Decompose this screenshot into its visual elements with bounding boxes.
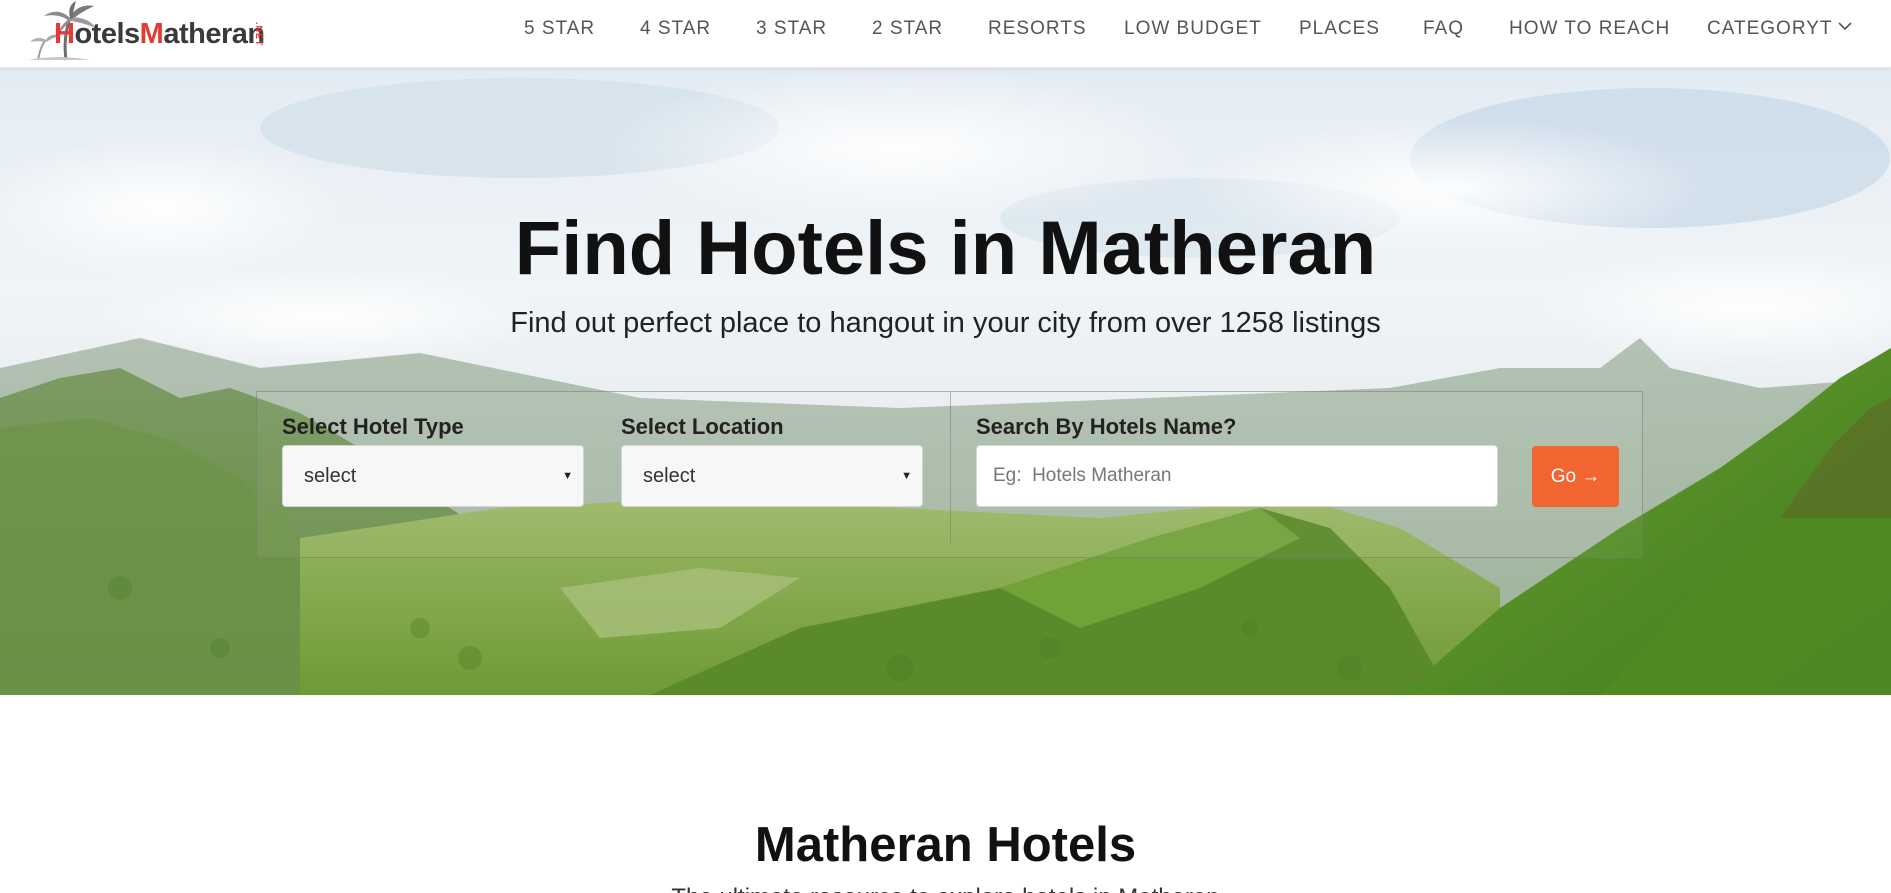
- panel-divider: [950, 392, 951, 543]
- hero-section: Find Hotels in Matheran Find out perfect…: [0, 68, 1891, 695]
- hotel-type-label: Select Hotel Type: [282, 414, 464, 439]
- section-title: Matheran Hotels: [754, 818, 1137, 872]
- nav-item-3-star[interactable]: 3 STAR: [756, 18, 827, 40]
- hotel-name-search-input[interactable]: [976, 445, 1498, 507]
- hotel-name-label: Search By Hotels Name?: [976, 414, 1237, 439]
- location-label: Select Location: [621, 414, 784, 439]
- nav-item-category[interactable]: CATEGORYT: [1707, 18, 1853, 40]
- nav-item-how-to-reach[interactable]: HOW TO REACH: [1509, 18, 1670, 40]
- hero-subtitle: Find out perfect place to hangout in you…: [510, 307, 1381, 339]
- location-select-value: select: [643, 464, 696, 487]
- nav-item-4-star[interactable]: 4 STAR: [640, 18, 711, 40]
- hero-title: Find Hotels in Matheran: [514, 206, 1377, 291]
- chevron-down-icon: [1838, 22, 1853, 31]
- location-select[interactable]: select ▼: [621, 445, 923, 507]
- nav-item-low-budget[interactable]: LOW BUDGET: [1124, 18, 1262, 40]
- hotel-type-select[interactable]: select ▼: [282, 445, 584, 507]
- nav-item-faq[interactable]: FAQ: [1423, 18, 1464, 40]
- nav-item-category-label: CATEGORYT: [1707, 18, 1833, 39]
- dropdown-arrow-icon: ▼: [901, 470, 912, 482]
- main-nav: 5 STAR 4 STAR 3 STAR 2 STAR RESORTS LOW …: [0, 18, 1891, 42]
- nav-item-2-star[interactable]: 2 STAR: [872, 18, 943, 40]
- nav-item-resorts[interactable]: RESORTS: [988, 18, 1087, 40]
- section-description: The ultimate resource to explore hotels …: [0, 884, 1891, 893]
- dropdown-arrow-icon: ▼: [562, 470, 573, 482]
- search-panel: Select Hotel Type select ▼ Select Locati…: [256, 391, 1643, 558]
- top-navbar: HotelsMatheran .NET 5 STAR 4 STAR 3 STAR…: [0, 0, 1891, 68]
- go-search-button[interactable]: Go →: [1532, 446, 1619, 507]
- hero-background-landscape: [0, 68, 1891, 695]
- nav-item-places[interactable]: PLACES: [1299, 18, 1380, 40]
- hotel-type-select-value: select: [304, 464, 357, 487]
- nav-item-5-star[interactable]: 5 STAR: [524, 18, 595, 40]
